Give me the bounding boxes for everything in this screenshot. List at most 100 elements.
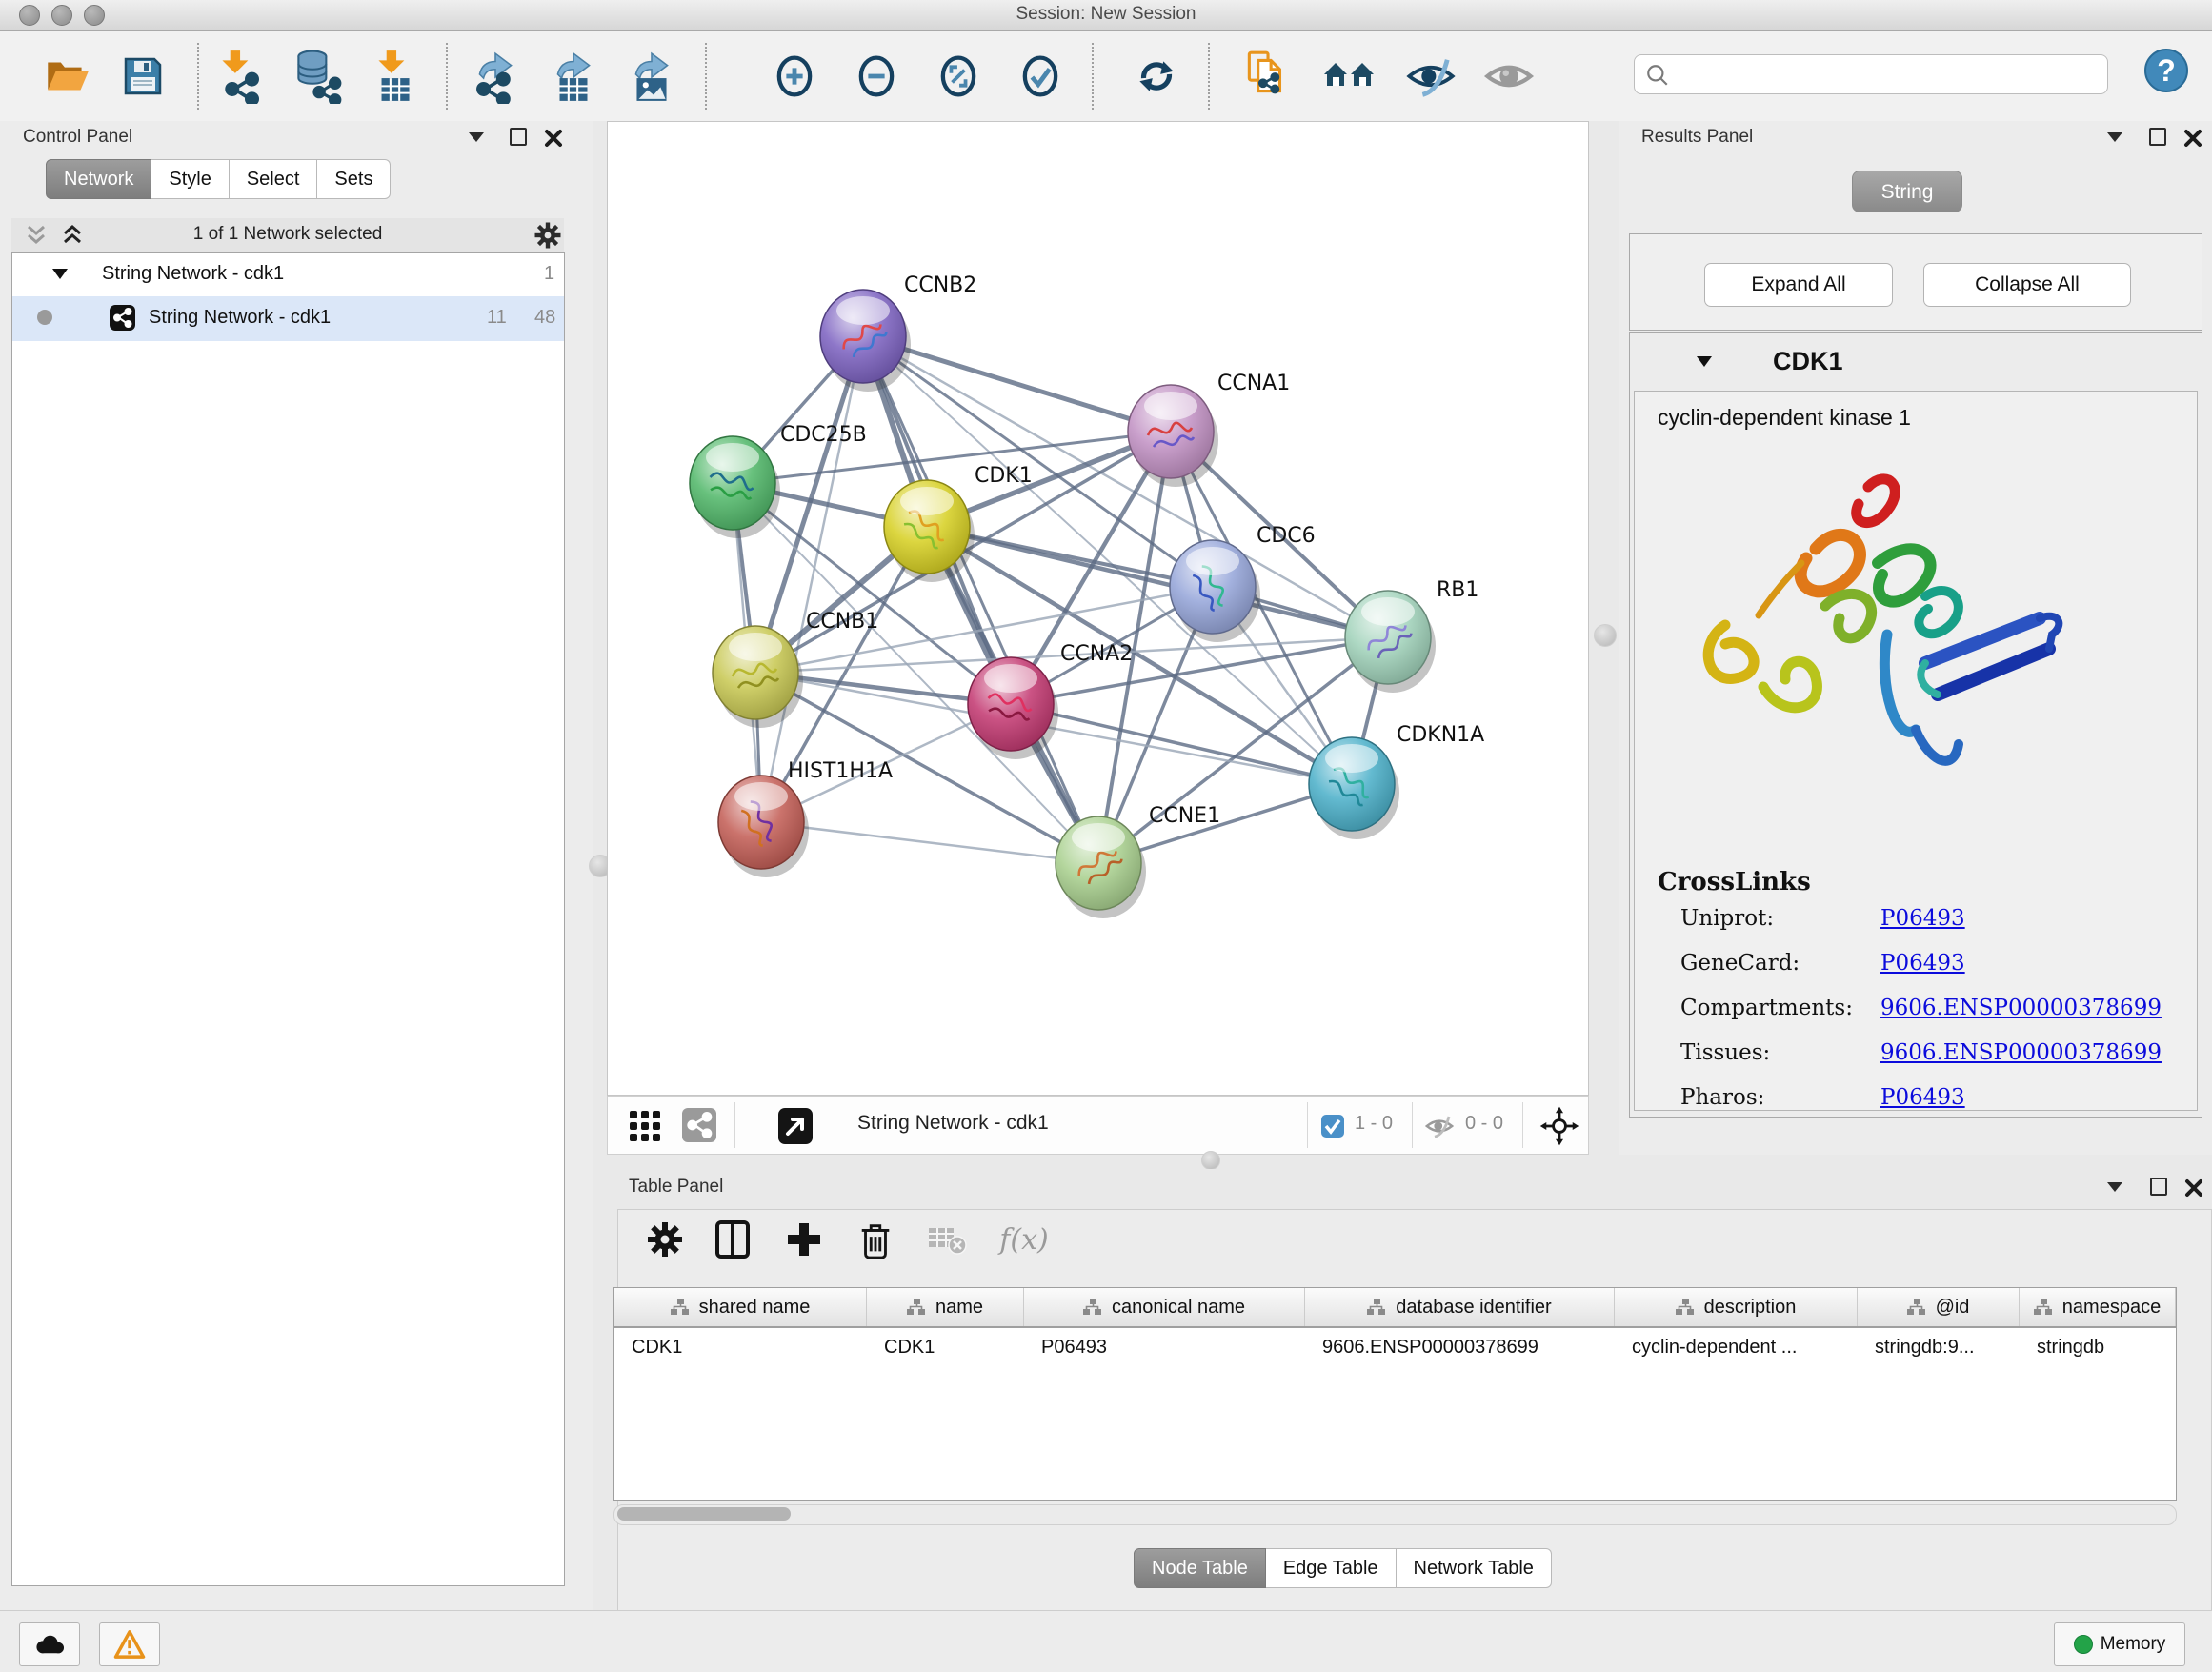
table-cell[interactable]: P06493	[1024, 1328, 1305, 1366]
fit-content-icon[interactable]	[1539, 1106, 1579, 1146]
edge-CCNB2-CCNE1[interactable]	[863, 336, 1098, 863]
table-cell[interactable]: CDK1	[614, 1328, 867, 1366]
refresh-view-button[interactable]	[1130, 49, 1183, 104]
zoom-selected-button[interactable]	[1014, 49, 1067, 104]
collapse-all-button[interactable]: Collapse All	[1923, 263, 2131, 307]
zoom-out-button[interactable]	[850, 49, 903, 104]
import-table-button[interactable]	[368, 49, 421, 104]
crosslink-link[interactable]: P06493	[1880, 1085, 1965, 1110]
string-network-graph[interactable]: CCNB2CCNA1CDC25BCDK1CDC6RB1CCNB1CCNA2CDK…	[608, 122, 1588, 1095]
help-button[interactable]: ?	[2140, 43, 2193, 98]
node-CDK1[interactable]	[884, 480, 975, 582]
create-column-button[interactable]	[776, 1215, 832, 1264]
tab-network[interactable]: Network	[46, 159, 151, 199]
entry-collapse-icon[interactable]	[1697, 356, 1712, 367]
splitter-handle[interactable]	[1201, 1151, 1220, 1170]
scrollbar-thumb[interactable]	[617, 1507, 791, 1521]
expand-all-button[interactable]: Expand All	[1704, 263, 1893, 307]
node-RB1[interactable]	[1345, 591, 1436, 693]
table-cell[interactable]: stringdb	[2020, 1328, 2176, 1366]
selected-checkbox-icon[interactable]	[1320, 1114, 1345, 1138]
gear-icon[interactable]	[533, 221, 562, 250]
column-header-@id[interactable]: @id	[1858, 1288, 2020, 1326]
close-panel-icon[interactable]	[544, 129, 563, 148]
tab-sets[interactable]: Sets	[317, 159, 391, 199]
grid-view-button[interactable]	[629, 1110, 661, 1147]
table-settings-button[interactable]	[637, 1215, 693, 1264]
table-cell[interactable]: 9606.ENSP00000378699	[1305, 1328, 1615, 1366]
column-header-description[interactable]: description	[1615, 1288, 1858, 1326]
export-image-button[interactable]	[625, 49, 678, 104]
show-columns-button[interactable]	[705, 1215, 760, 1264]
column-header-database-identifier[interactable]: database identifier	[1305, 1288, 1615, 1326]
splitter-handle[interactable]	[1594, 624, 1617, 647]
tab-style[interactable]: Style	[151, 159, 229, 199]
search-input[interactable]	[1634, 54, 2108, 94]
table-cell[interactable]: CDK1	[867, 1328, 1024, 1366]
vertical-splitter-right[interactable]	[1589, 121, 1619, 1169]
clone-network-button[interactable]	[1240, 49, 1294, 104]
float-panel-icon[interactable]	[510, 128, 527, 146]
export-table-button[interactable]	[547, 49, 600, 104]
export-network-button[interactable]	[469, 49, 522, 104]
edge-CDK1-RB1[interactable]	[927, 527, 1388, 637]
crosslink-link[interactable]: P06493	[1880, 906, 1965, 931]
zoom-fit-button[interactable]	[932, 49, 985, 104]
import-network-from-database-button[interactable]	[290, 49, 343, 104]
tab-network-table[interactable]: Network Table	[1397, 1548, 1552, 1588]
vertical-splitter-left[interactable]	[593, 121, 607, 1610]
close-panel-icon[interactable]	[2183, 129, 2202, 148]
node-CCNA2[interactable]	[968, 657, 1058, 759]
node-HIST1H1A[interactable]	[718, 776, 809, 877]
birdseye-view-button[interactable]	[777, 1107, 814, 1150]
view-all-networks-button[interactable]	[1322, 49, 1376, 104]
table-cell[interactable]: stringdb:9...	[1858, 1328, 2020, 1366]
collapse-panel-icon[interactable]	[2107, 1182, 2122, 1192]
tab-node-table[interactable]: Node Table	[1134, 1548, 1266, 1588]
tree-expand-icon[interactable]	[52, 269, 68, 279]
column-header-canonical-name[interactable]: canonical name	[1024, 1288, 1305, 1326]
close-panel-icon[interactable]	[2184, 1178, 2203, 1198]
edge-CCNA2-CDKN1A[interactable]	[1011, 704, 1352, 784]
tab-string[interactable]: String	[1852, 171, 1962, 212]
warnings-button[interactable]	[99, 1622, 160, 1666]
cloud-status-button[interactable]	[19, 1622, 80, 1666]
table-horizontal-scrollbar[interactable]	[613, 1504, 2177, 1525]
column-header-namespace[interactable]: namespace	[2020, 1288, 2176, 1326]
network-share-button[interactable]	[682, 1108, 716, 1147]
crosslink-link[interactable]: 9606.ENSP00000378699	[1880, 996, 2162, 1020]
tab-edge-table[interactable]: Edge Table	[1266, 1548, 1397, 1588]
crosslink-link[interactable]: P06493	[1880, 951, 1965, 976]
edge-CCNB2-HIST1H1A[interactable]	[761, 336, 863, 822]
node-CDKN1A[interactable]	[1309, 737, 1399, 839]
tab-select[interactable]: Select	[230, 159, 318, 199]
hide-selected-button[interactable]	[1404, 49, 1458, 104]
show-all-button[interactable]	[1482, 49, 1536, 104]
table-cell[interactable]: cyclin-dependent ...	[1615, 1328, 1858, 1366]
open-session-button[interactable]	[40, 49, 93, 104]
gene-entry-header[interactable]: CDK1	[1630, 333, 2202, 391]
node-CCNA1[interactable]	[1128, 385, 1218, 487]
node-CDC25B[interactable]	[690, 436, 780, 538]
table-row[interactable]: CDK1CDK1P064939606.ENSP00000378699cyclin…	[614, 1328, 2176, 1366]
import-network-button[interactable]	[211, 49, 265, 104]
horizontal-splitter[interactable]	[607, 1155, 2212, 1169]
crosslink-link[interactable]: 9606.ENSP00000378699	[1880, 1040, 2162, 1065]
network-row[interactable]: String Network - cdk1 11 48	[12, 296, 564, 341]
zoom-in-button[interactable]	[768, 49, 821, 104]
edge-HIST1H1A-CCNE1[interactable]	[761, 822, 1098, 863]
save-session-button[interactable]	[116, 49, 170, 104]
float-panel-icon[interactable]	[2149, 128, 2166, 146]
network-collection-row[interactable]: String Network - cdk1 1	[12, 253, 564, 296]
node-table[interactable]: shared namenamecanonical namedatabase id…	[613, 1287, 2177, 1501]
collapse-panel-icon[interactable]	[469, 132, 484, 142]
delete-column-button[interactable]	[848, 1215, 903, 1264]
network-canvas[interactable]: CCNB2CCNA1CDC25BCDK1CDC6RB1CCNB1CCNA2CDK…	[607, 121, 1589, 1096]
collapse-panel-icon[interactable]	[2107, 132, 2122, 142]
memory-button[interactable]: Memory	[2054, 1622, 2185, 1666]
node-CCNB2[interactable]	[820, 290, 911, 392]
column-header-name[interactable]: name	[867, 1288, 1024, 1326]
column-header-shared-name[interactable]: shared name	[614, 1288, 867, 1326]
float-panel-icon[interactable]	[2150, 1178, 2167, 1196]
node-CCNE1[interactable]	[1056, 816, 1146, 918]
